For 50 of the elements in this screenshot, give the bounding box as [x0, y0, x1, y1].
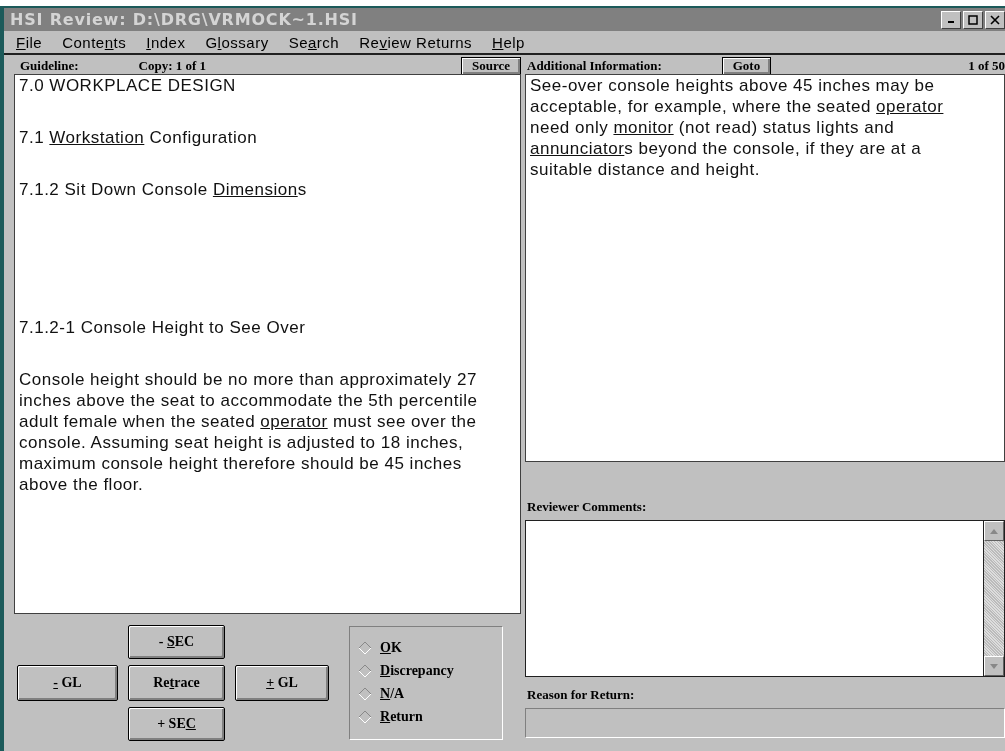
glossary-link[interactable]: monitor [613, 118, 674, 137]
retrace-button[interactable]: Retrace [128, 664, 225, 701]
previous-guideline-button[interactable]: - GL [17, 664, 118, 701]
comments-field[interactable] [525, 520, 1005, 677]
source-button[interactable]: Source [460, 56, 521, 75]
guideline-label: Guideline: [20, 57, 79, 74]
next-guideline-button[interactable]: + GL [235, 664, 329, 701]
menu-item[interactable]: Search [278, 33, 350, 51]
goto-button[interactable]: Goto [721, 56, 772, 75]
page-count: 1 of 50 [968, 57, 1005, 74]
reviewer-comments-label: Reviewer Comments: [527, 499, 648, 515]
scrollbar[interactable] [983, 521, 1004, 676]
radio-diamond[interactable] [358, 663, 372, 678]
minimize-button[interactable] [941, 10, 961, 29]
section-heading: 7.0 WORKPLACE DESIGN [19, 75, 237, 96]
scroll-down-icon[interactable] [990, 663, 998, 669]
menu-item[interactable]: File [6, 33, 53, 51]
radio-diamond[interactable] [358, 640, 372, 655]
scroll-up-icon[interactable] [990, 528, 998, 534]
radio-diamond[interactable] [358, 709, 372, 724]
status-option[interactable]: OK [358, 636, 494, 659]
glossary-link[interactable]: operator [260, 412, 328, 431]
section-heading: 7.1.2-1 Console Height to See Over [19, 317, 307, 338]
menu-item[interactable]: Glossary [195, 33, 279, 51]
menu-item[interactable]: Index [136, 33, 196, 51]
status-option[interactable]: Return [358, 705, 494, 728]
glossary-link[interactable]: Dimension [212, 180, 298, 199]
window-title: HSI Review: D:\DRG\VRMOCK~1.HSI [10, 10, 358, 29]
maximize-button[interactable] [963, 10, 983, 29]
menu-item[interactable]: Help [482, 33, 535, 51]
copy-count: Copy: 1 of 1 [138, 57, 207, 74]
menu-item[interactable]: Contents [52, 33, 137, 51]
glossary-link[interactable]: annunciator [530, 139, 625, 158]
status-option[interactable]: Discrepancy [358, 659, 494, 682]
status-option[interactable]: N/A [358, 682, 494, 705]
next-section-button[interactable]: + SEC [128, 706, 225, 741]
maximize-icon [968, 14, 978, 25]
additional-info-label: Additional Information: [527, 57, 662, 74]
section-heading: 7.1.2 Sit Down Console Dimensions [19, 179, 308, 200]
section-heading: 7.1 Workstation Configuration [19, 127, 259, 148]
guideline-paragraph: Console height should be no more than approximately 27 inches above the seat to accommodate the 5th percentile adult female when the seated operator must see over the console. Assuming seat height is adjusted to 18 inches, maximum console height therefore should be 45 inches above the floor. [19, 369, 479, 495]
reason-label: Reason for Return: [527, 687, 636, 703]
menu-item[interactable]: Review Returns [349, 33, 483, 51]
radio-diamond[interactable] [358, 686, 372, 701]
previous-section-button[interactable]: - SEC [128, 624, 225, 659]
close-icon [990, 14, 1000, 25]
additional-info-text: See-over console heights above 45 inches may be acceptable, for example, where the seated operator need only monitor (not read) status lights and annunciators beyond the console, if they are at a suitable distance and height. [525, 74, 1005, 462]
glossary-link[interactable]: Workstation [49, 128, 145, 147]
close-button[interactable] [985, 10, 1005, 29]
glossary-link[interactable]: operator [876, 97, 944, 116]
